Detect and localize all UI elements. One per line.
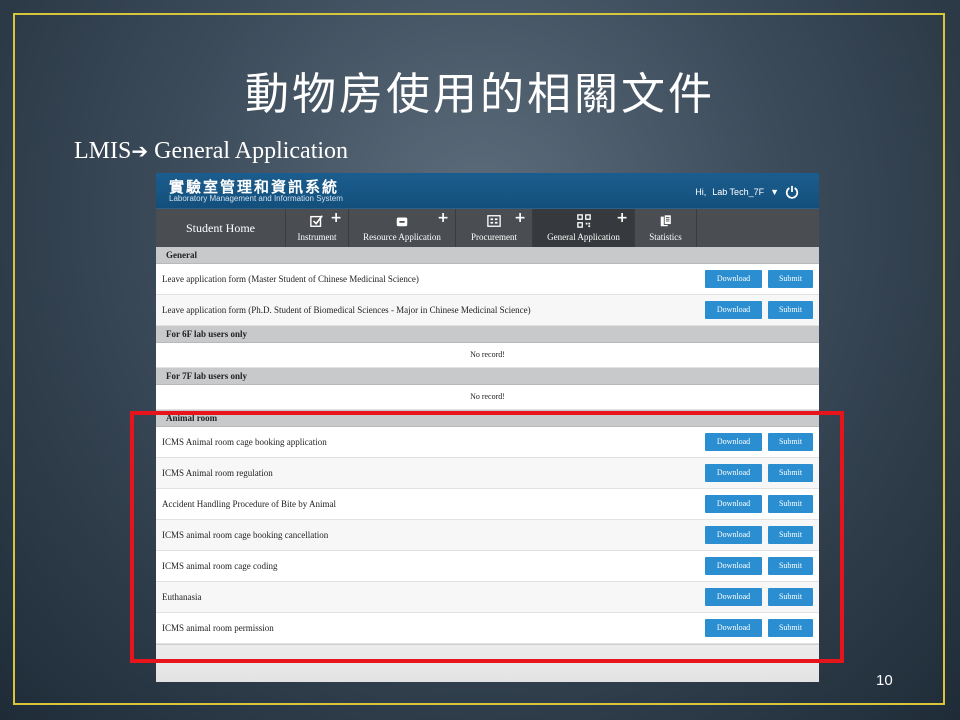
nav-instrument-label: Instrument <box>297 232 337 242</box>
list-item: Leave application form (Ph.D. Student of… <box>156 295 819 326</box>
section-header-general: General <box>156 247 819 264</box>
section-header-6f: For 6F lab users only <box>156 326 819 343</box>
nav-resource-label: Resource Application <box>363 232 441 242</box>
user-greeting: Hi, <box>695 187 707 197</box>
checkbox-icon <box>310 215 323 227</box>
user-name: Lab Tech_7F <box>712 187 765 197</box>
app-header: 實驗室管理和資訊系統 Laboratory Management and Inf… <box>156 173 819 208</box>
page-number: 10 <box>876 672 893 689</box>
plus-icon[interactable]: + <box>437 210 449 226</box>
qr-code-icon <box>576 214 591 228</box>
nav-instrument[interactable]: + Instrument <box>286 209 349 247</box>
highlight-box <box>130 411 844 663</box>
nav-general-application[interactable]: + General Application <box>533 209 635 247</box>
nav-resource-application[interactable]: + Resource Application <box>349 209 456 247</box>
section-header-7f: For 7F lab users only <box>156 368 819 385</box>
plus-icon[interactable]: + <box>616 210 628 226</box>
nav-student-home-label: Student Home <box>186 220 255 235</box>
nav-procurement-label: Procurement <box>471 232 517 242</box>
nav-procurement[interactable]: + Procurement <box>456 209 533 247</box>
arrow-right-icon: ➔ <box>131 139 149 163</box>
submit-button[interactable]: Submit <box>768 270 813 288</box>
no-record-text: No record! <box>156 385 819 410</box>
nav-statistics-label: Statistics <box>649 232 682 242</box>
plus-icon[interactable]: + <box>514 210 526 226</box>
download-button[interactable]: Download <box>705 301 762 319</box>
slide-title: 動物房使用的相關文件 <box>245 69 715 120</box>
no-record-text: No record! <box>156 343 819 368</box>
nav-statistics[interactable]: Statistics <box>635 209 697 247</box>
main-nav: Student Home + Instrument + Resource App… <box>156 208 819 247</box>
box-icon <box>396 217 408 227</box>
list-item: Leave application form (Master Student o… <box>156 264 819 295</box>
user-menu[interactable]: Hi, Lab Tech_7F ▼ <box>695 185 799 199</box>
cash-register-icon <box>487 215 501 227</box>
caret-down-icon[interactable]: ▼ <box>770 187 779 197</box>
slide-subtitle: LMIS➔ General Application <box>74 138 348 165</box>
power-icon[interactable] <box>785 185 799 199</box>
documents-icon <box>660 214 672 227</box>
nav-general-label: General Application <box>547 232 620 242</box>
download-button[interactable]: Download <box>705 270 762 288</box>
plus-icon[interactable]: + <box>330 210 342 226</box>
subtitle-general-application: General Application <box>148 138 349 164</box>
submit-button[interactable]: Submit <box>768 301 813 319</box>
nav-student-home[interactable]: Student Home <box>156 209 286 247</box>
subtitle-lmis: LMIS <box>74 138 132 164</box>
app-title-english: Laboratory Management and Information Sy… <box>169 194 343 203</box>
